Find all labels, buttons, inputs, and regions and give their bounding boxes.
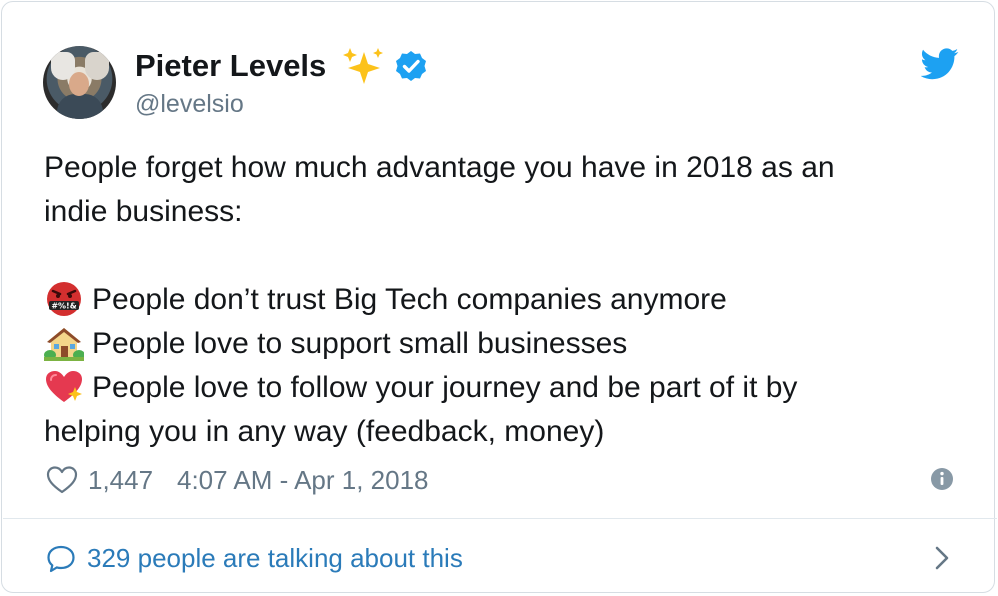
tweet-timestamp[interactable]: 4:07 AM - Apr 1, 2018	[177, 460, 429, 500]
swearing-face-icon: #%!&	[47, 282, 81, 316]
tweet-line: People forget how much advantage you hav…	[44, 151, 835, 184]
like-count[interactable]: 1,447	[88, 460, 153, 500]
tweet-bullet-line: People love to support small businesses	[44, 322, 924, 366]
avatar-body	[57, 94, 103, 119]
twitter-bird-icon[interactable]	[921, 48, 959, 80]
sparkling-heart-icon	[46, 371, 82, 402]
bullet-text: People love to support small businesses	[92, 327, 628, 360]
verified-badge-icon	[396, 51, 426, 81]
chevron-right-icon[interactable]	[932, 544, 952, 572]
tweet-line	[44, 234, 924, 278]
info-icon[interactable]	[930, 467, 954, 491]
tweet-line: indie business:	[44, 195, 243, 228]
heart-icon[interactable]	[46, 465, 78, 495]
divider	[3, 518, 997, 519]
tweet-card: Pieter Levels @levelsio People forget ho…	[1, 1, 997, 593]
house-with-garden-icon	[44, 328, 84, 361]
svg-text:#%!&: #%!&	[51, 302, 76, 311]
tweet-bullet-line: People love to follow your journey and b…	[44, 366, 924, 410]
author-handle[interactable]: @levelsio	[135, 88, 244, 120]
avatar-face	[69, 72, 89, 96]
author-avatar[interactable]	[43, 46, 116, 119]
tweet-text: People forget how much advantage you hav…	[44, 146, 924, 454]
tweet-line: helping you in any way (feedback, money)	[44, 415, 605, 448]
avatar-dog-right	[85, 52, 109, 80]
speech-bubble-icon	[47, 545, 75, 573]
bullet-text: People don’t trust Big Tech companies an…	[92, 283, 727, 316]
talking-label[interactable]: 329 people are talking about this	[87, 538, 463, 578]
author-name[interactable]: Pieter Levels	[135, 46, 326, 86]
sparkles-icon	[343, 48, 383, 84]
bullet-text: People love to follow your journey and b…	[92, 371, 798, 404]
tweet-bullet-line: #%!& People don’t trust Big Tech compani…	[44, 278, 924, 322]
